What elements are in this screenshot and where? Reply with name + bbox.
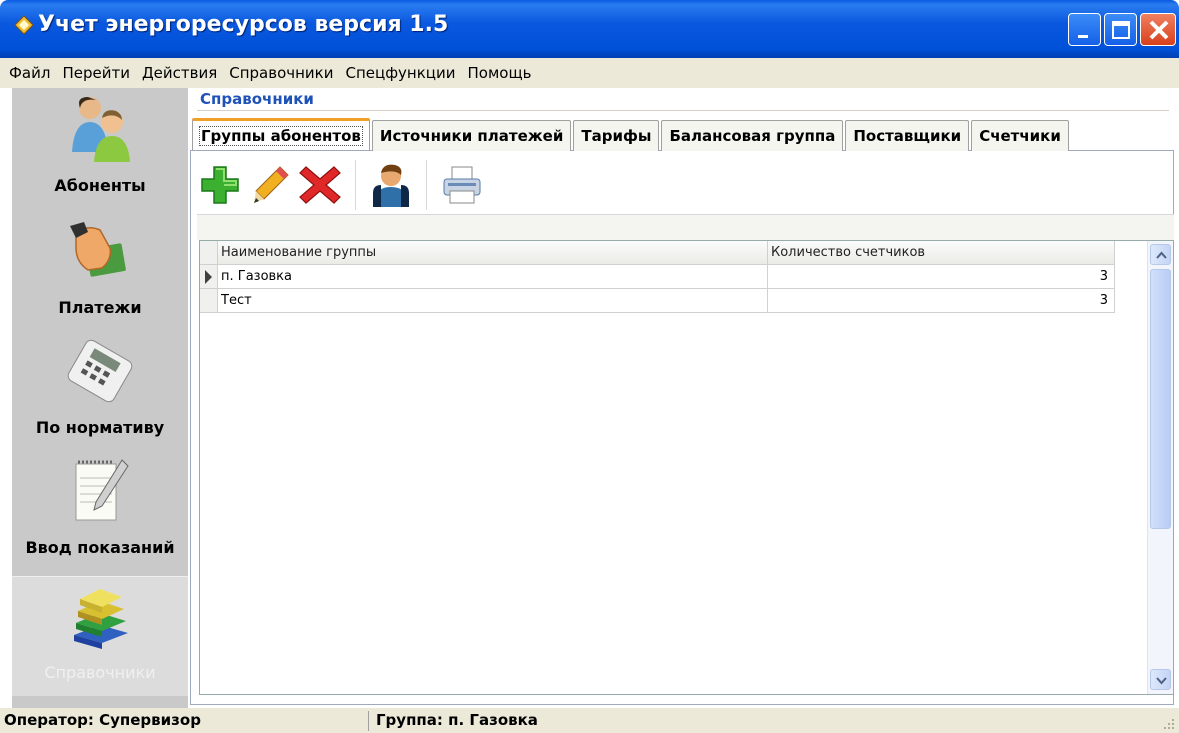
resize-grip-icon[interactable] <box>1161 716 1175 730</box>
tab-label: Группы абонентов <box>199 125 363 146</box>
minimize-icon <box>1078 35 1088 38</box>
toolbar-separator <box>355 160 356 210</box>
payment-hand-icon <box>70 222 126 277</box>
menu-actions[interactable]: Действия <box>136 64 223 82</box>
menu-bar: Файл Перейти Действия Справочники Спецфу… <box>0 58 1179 88</box>
sidebar-item-subscribers[interactable]: Абоненты <box>12 88 188 208</box>
print-button[interactable] <box>437 155 487 215</box>
toolbar-separator <box>426 160 427 210</box>
maximize-button[interactable] <box>1104 13 1137 46</box>
column-header-count[interactable]: Количество счетчиков <box>768 241 1115 265</box>
vertical-scrollbar[interactable] <box>1147 241 1173 694</box>
section-divider <box>197 110 1169 111</box>
books-icon <box>74 589 128 649</box>
table-row[interactable]: п. Газовка 3 <box>200 265 1115 289</box>
sidebar-item-references[interactable]: Справочники <box>12 576 188 696</box>
toolbar <box>195 155 487 215</box>
sidebar-item-label: Справочники <box>44 663 156 682</box>
tab-label: Источники платежей <box>379 127 564 145</box>
grid-group-panel <box>197 214 1174 240</box>
menu-help[interactable]: Помощь <box>462 64 538 82</box>
tab-subscriber-groups[interactable]: Группы абонентов <box>192 118 370 150</box>
grid-header-row: Наименование группы Количество счетчиков <box>200 241 1115 265</box>
column-header-name[interactable]: Наименование группы <box>218 241 768 265</box>
cell-group-name[interactable]: п. Газовка <box>218 265 768 289</box>
edit-pencil-icon <box>254 166 289 203</box>
status-group: Группа: п. Газовка <box>376 711 538 729</box>
cell-group-name[interactable]: Тест <box>218 289 768 313</box>
close-button[interactable] <box>1140 13 1176 46</box>
calculator-icon <box>67 339 133 403</box>
menu-references[interactable]: Справочники <box>223 64 339 82</box>
status-bar: Оператор: Супервизор Группа: п. Газовка <box>0 708 1179 733</box>
tab-balance-group[interactable]: Балансовая группа <box>661 120 844 151</box>
sidebar-item-payments[interactable]: Платежи <box>12 208 188 328</box>
window-title: Учет энергоресурсов версия 1.5 <box>38 12 449 37</box>
scroll-thumb[interactable] <box>1150 269 1171 529</box>
chevron-up-icon <box>1156 251 1167 259</box>
add-button[interactable] <box>195 155 245 215</box>
tab-tariffs[interactable]: Тарифы <box>573 120 660 151</box>
menu-goto[interactable]: Перейти <box>56 64 136 82</box>
scroll-down-button[interactable] <box>1150 669 1171 690</box>
row-indicator-header <box>200 241 218 265</box>
print-icon <box>443 166 481 204</box>
row-indicator <box>200 289 218 313</box>
tab-meters[interactable]: Счетчики <box>971 120 1069 151</box>
status-operator: Оператор: Супервизор <box>4 711 201 729</box>
app-icon <box>14 15 34 35</box>
chevron-down-icon <box>1156 677 1167 685</box>
sidebar-item-label: По нормативу <box>35 418 165 437</box>
tab-label: Тарифы <box>581 127 652 145</box>
subscribers-button[interactable] <box>366 155 416 215</box>
delete-icon <box>299 166 341 204</box>
tab-label: Поставщики <box>853 127 962 145</box>
minimize-button[interactable] <box>1068 13 1101 46</box>
scroll-up-button[interactable] <box>1150 244 1171 265</box>
menu-file[interactable]: Файл <box>0 64 56 82</box>
row-indicator <box>200 265 218 289</box>
sidebar-item-norms[interactable]: По нормативу <box>12 328 188 448</box>
sidebar-item-label: Ввод показаний <box>25 538 175 557</box>
delete-button[interactable] <box>295 155 345 215</box>
add-icon <box>201 166 239 204</box>
sidebar-item-label: Абоненты <box>54 176 146 195</box>
edit-button[interactable] <box>245 155 295 215</box>
sidebar: Абоненты Платежи По нормативу Ввод показ… <box>12 88 188 708</box>
status-divider <box>368 711 369 731</box>
tab-strip: Группы абонентов Источники платежей Тари… <box>192 118 1071 151</box>
notepad-pencil-icon <box>75 459 129 521</box>
users-icon <box>72 97 130 162</box>
close-icon <box>1149 20 1169 40</box>
title-bar[interactable]: Учет энергоресурсов версия 1.5 <box>0 0 1179 58</box>
maximize-icon <box>1112 21 1130 39</box>
current-row-arrow-icon <box>205 270 212 284</box>
menu-special[interactable]: Спецфункции <box>340 64 462 82</box>
data-grid[interactable]: Наименование группы Количество счетчиков… <box>199 240 1174 695</box>
tab-label: Счетчики <box>979 127 1061 145</box>
cell-meter-count[interactable]: 3 <box>768 289 1115 313</box>
tab-label: Балансовая группа <box>669 127 836 145</box>
tab-suppliers[interactable]: Поставщики <box>845 120 970 151</box>
table-row[interactable]: Тест 3 <box>200 289 1115 313</box>
users-group-icon <box>373 164 409 207</box>
sidebar-item-readings[interactable]: Ввод показаний <box>12 448 188 568</box>
cell-meter-count[interactable]: 3 <box>768 265 1115 289</box>
tab-payment-sources[interactable]: Источники платежей <box>371 120 572 151</box>
section-title: Справочники <box>200 90 314 108</box>
sidebar-item-label: Платежи <box>58 298 142 317</box>
